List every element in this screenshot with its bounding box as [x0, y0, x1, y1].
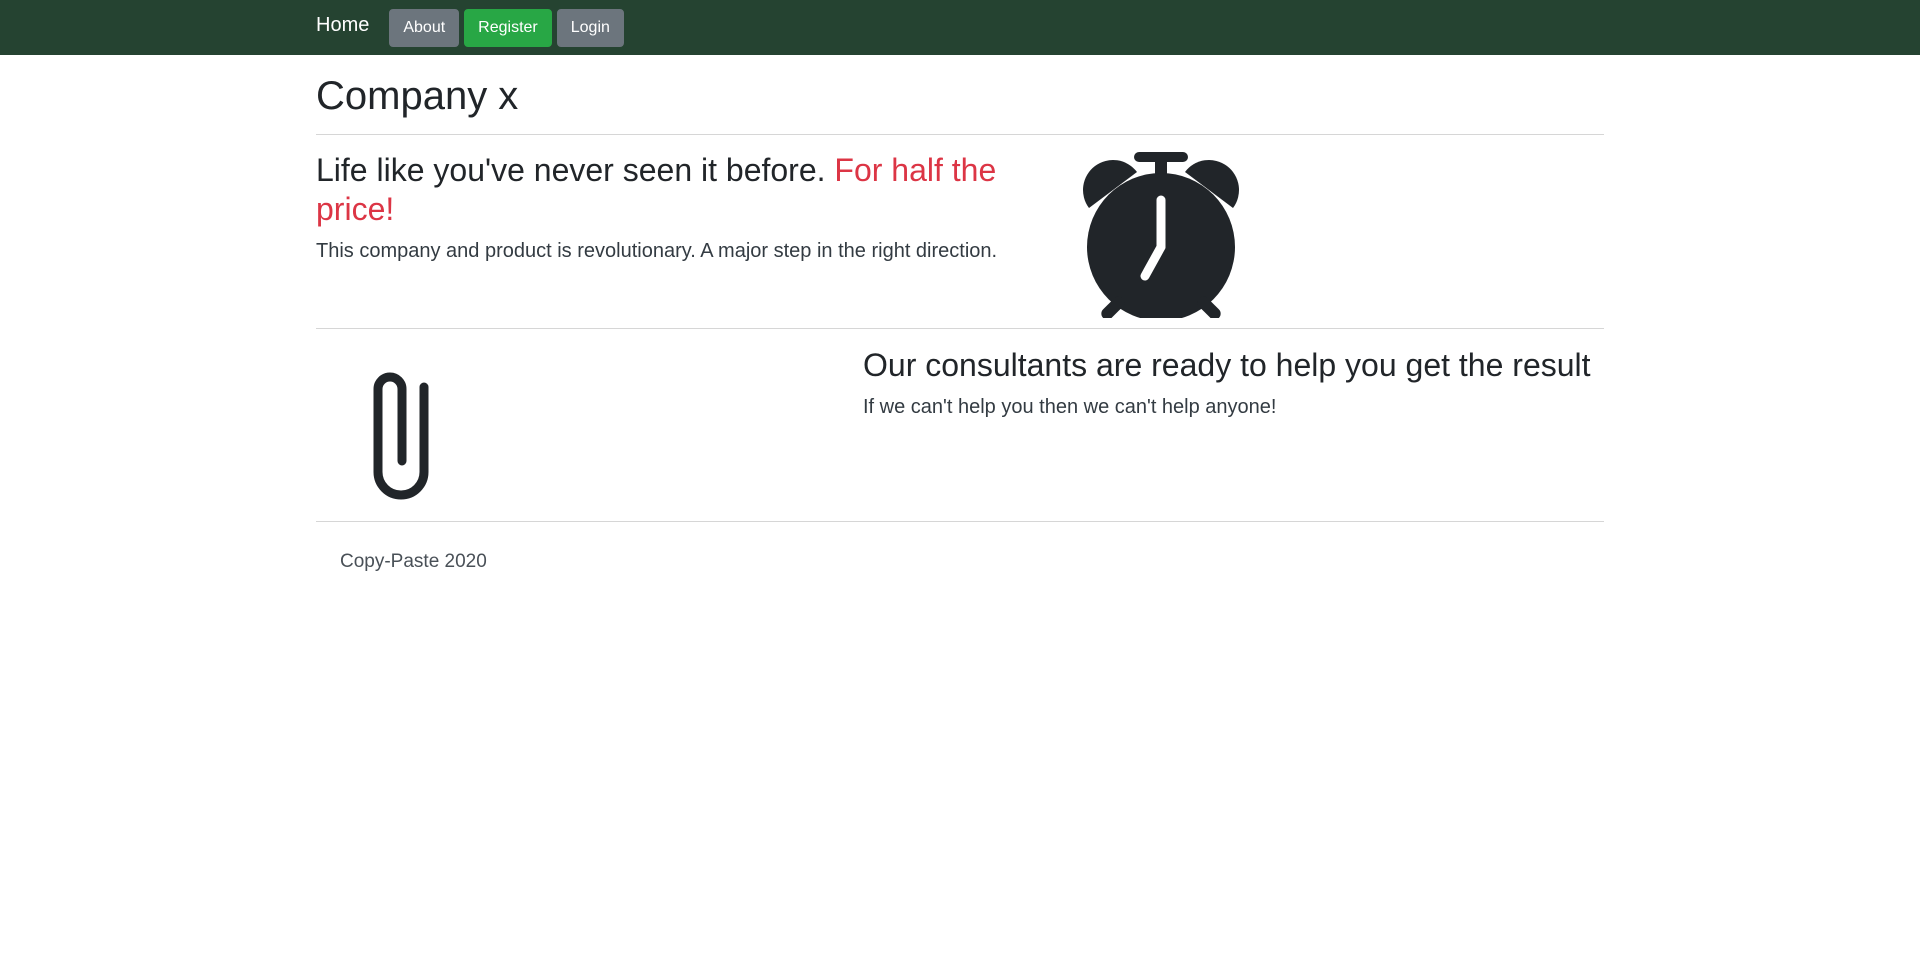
login-button[interactable]: Login	[556, 9, 624, 47]
alarm-clock-icon	[1083, 152, 1239, 318]
consultants-headline: Our consultants are ready to help you ge…	[863, 347, 1591, 383]
home-link[interactable]: Home	[316, 14, 369, 37]
headline-text: Life like you've never seen it before.	[316, 152, 826, 188]
section-headline: Life like you've never seen it before. F…	[316, 151, 1016, 229]
consultants-lead: If we can't help you then we can't help …	[863, 396, 1277, 418]
section-lead: This company and product is revolutionar…	[316, 240, 998, 262]
divider	[316, 521, 1604, 522]
about-button[interactable]: About	[389, 9, 460, 47]
footer-text: Copy-Paste 2020	[340, 551, 487, 572]
register-button[interactable]: Register	[464, 9, 552, 47]
navbar: Home About Register Login	[0, 0, 1920, 55]
paperclip-icon	[373, 372, 429, 500]
navbar-items: Home About Register Login	[316, 0, 629, 55]
divider	[316, 134, 1604, 135]
page-title: Company x	[316, 74, 519, 118]
divider	[316, 328, 1604, 329]
